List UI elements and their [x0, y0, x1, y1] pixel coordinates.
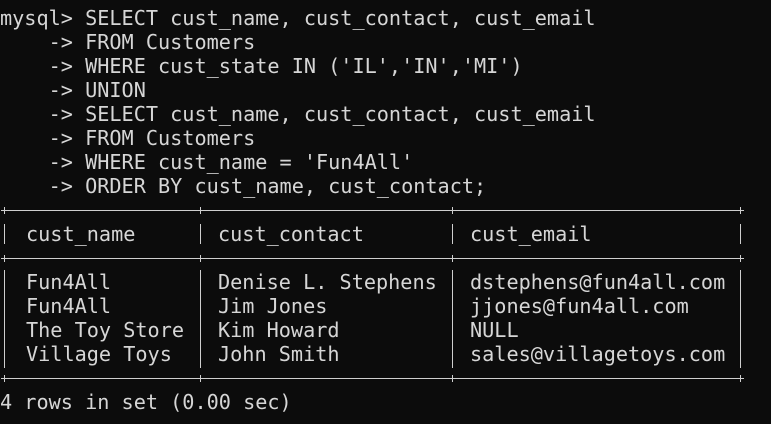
command-line: -> SELECT cust_name, cust_contact, cust_… — [0, 102, 596, 126]
column-divider — [740, 270, 741, 368]
column-divider — [4, 224, 5, 244]
table-header-border — [4, 258, 744, 259]
column-divider — [452, 224, 453, 244]
table-corner — [737, 207, 744, 214]
table-cell: Kim Howard — [218, 318, 340, 342]
table-cell: Village Toys — [26, 342, 172, 366]
table-corner — [197, 255, 204, 262]
table-corner — [449, 207, 456, 214]
command-line: -> WHERE cust_name = 'Fun4All' — [0, 150, 414, 174]
table-corner — [1, 207, 8, 214]
table-cell: NULL — [470, 318, 519, 342]
table-corner — [737, 375, 744, 382]
table-cell: sales@villagetoys.com — [470, 342, 726, 366]
column-divider — [4, 270, 5, 368]
column-divider — [200, 224, 201, 244]
command-line: -> ORDER BY cust_name, cust_contact; — [0, 174, 487, 198]
table-corner — [1, 375, 8, 382]
table-corner — [449, 375, 456, 382]
table-corner — [1, 255, 8, 262]
table-cell: Fun4All — [26, 270, 112, 294]
command-line: mysql> SELECT cust_name, cust_contact, c… — [0, 6, 596, 30]
column-divider — [200, 270, 201, 368]
command-line: -> FROM Customers — [0, 126, 256, 150]
status-line: 4 rows in set (0.00 sec) — [0, 390, 292, 414]
table-cell: jjones@fun4all.com — [470, 294, 689, 318]
table-cell: John Smith — [218, 342, 340, 366]
table-corner — [197, 207, 204, 214]
command-line: -> WHERE cust_state IN ('IL','IN','MI') — [0, 54, 523, 78]
command-line: -> UNION — [0, 78, 146, 102]
table-corner — [449, 255, 456, 262]
table-corner — [737, 255, 744, 262]
column-header-cust-contact: cust_contact — [218, 222, 364, 246]
table-cell: dstephens@fun4all.com — [470, 270, 726, 294]
table-cell: The Toy Store — [26, 318, 185, 342]
table-cell: Denise L. Stephens — [218, 270, 437, 294]
table-cell: Jim Jones — [218, 294, 328, 318]
table-top-border — [4, 210, 744, 211]
column-divider — [740, 224, 741, 244]
terminal-window[interactable]: mysql> SELECT cust_name, cust_contact, c… — [0, 0, 771, 424]
table-bottom-border — [4, 378, 744, 379]
column-header-cust-name: cust_name — [26, 222, 136, 246]
command-line: -> FROM Customers — [0, 30, 256, 54]
column-header-cust-email: cust_email — [470, 222, 592, 246]
table-corner — [197, 375, 204, 382]
column-divider — [452, 270, 453, 368]
table-cell: Fun4All — [26, 294, 112, 318]
